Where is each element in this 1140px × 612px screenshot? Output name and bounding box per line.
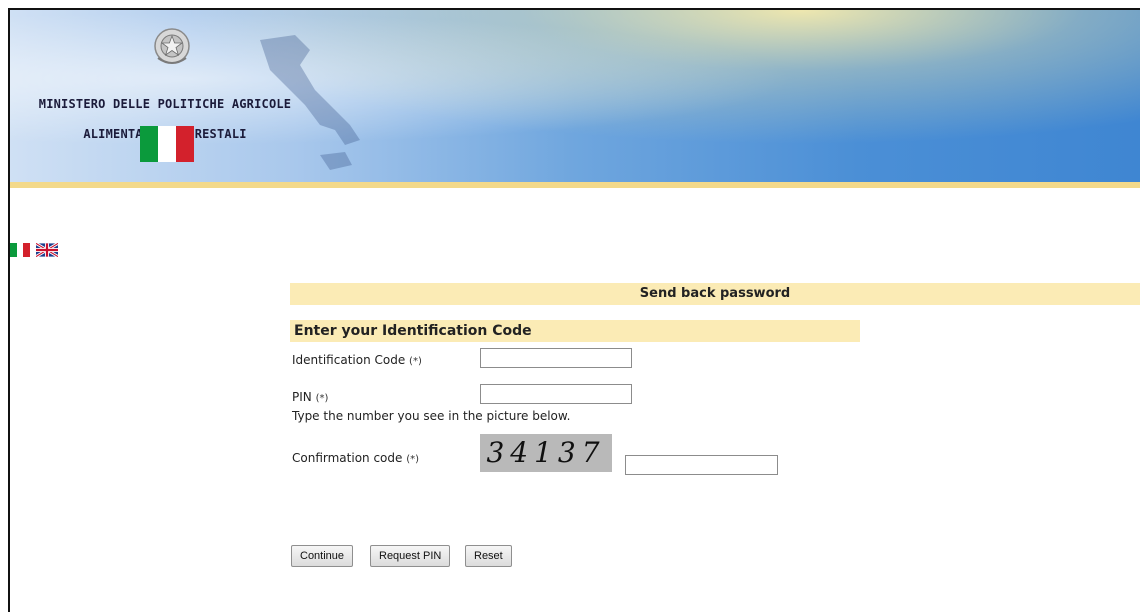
pin-input[interactable]: [480, 384, 632, 404]
italian-language-flag-icon[interactable]: [10, 243, 31, 257]
identification-code-label-row: Identification Code (*): [292, 353, 422, 367]
request-pin-button[interactable]: Request PIN: [370, 545, 451, 567]
identification-code-input[interactable]: [480, 348, 632, 368]
required-marker: (*): [406, 454, 420, 465]
confirmation-code-label-row: Confirmation code (*): [292, 451, 419, 465]
page-frame: MINISTERO DELLE POLITICHE AGRICOLE ALIME…: [8, 8, 1140, 612]
page-title: Send back password: [290, 283, 1140, 305]
captcha-image: 34137: [480, 434, 612, 472]
required-marker: (*): [409, 356, 422, 367]
italian-flag-icon: [140, 126, 194, 162]
emblem-icon: [154, 28, 190, 64]
pin-label: PIN: [292, 390, 312, 404]
italy-map-icon: [260, 35, 360, 170]
identification-code-label: Identification Code: [292, 353, 406, 367]
english-language-flag-icon[interactable]: [36, 243, 58, 257]
confirmation-code-input[interactable]: [625, 455, 778, 475]
language-switcher: [10, 243, 58, 257]
banner-stripe: [10, 182, 1140, 188]
section-title: Enter your Identification Code: [290, 320, 860, 342]
required-marker: (*): [315, 393, 329, 404]
pin-label-row: PIN (*): [292, 390, 328, 404]
captcha-instruction: Type the number you see in the picture b…: [292, 409, 571, 423]
confirmation-code-label: Confirmation code: [292, 451, 403, 465]
header-banner: MINISTERO DELLE POLITICHE AGRICOLE ALIME…: [10, 10, 1140, 182]
continue-button[interactable]: Continue: [291, 545, 354, 567]
reset-button[interactable]: Reset: [465, 545, 512, 567]
